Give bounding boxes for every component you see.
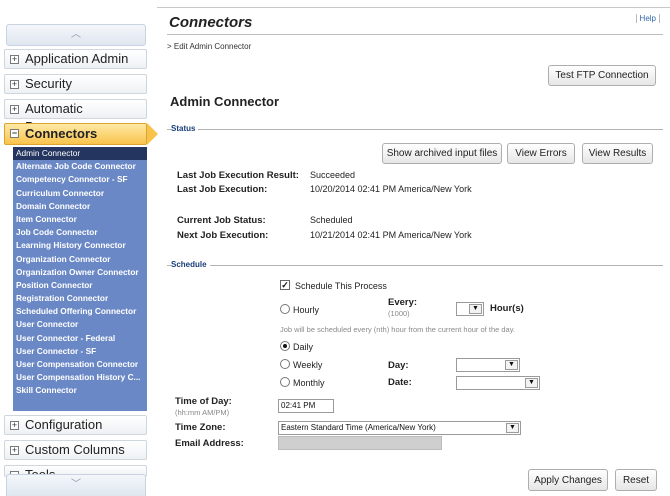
last-result-value: Succeeded <box>310 170 356 180</box>
expand-icon: + <box>10 445 19 455</box>
dropdown-arrow-icon: ▼ <box>506 423 519 433</box>
dropdown-arrow-icon: ▼ <box>505 360 518 370</box>
submenu-item[interactable]: User Compensation History C... <box>13 371 147 384</box>
monthly-radio[interactable] <box>280 377 290 387</box>
schedule-process-checkbox[interactable]: ✓ <box>280 280 290 290</box>
sidebar-item-label: Application Admin <box>25 51 129 66</box>
sidebar: ︿ + Application Admin + Security + Autom… <box>0 0 158 496</box>
sidebar-item-label: Custom Columns <box>25 442 125 457</box>
status-section-label: Status <box>171 124 199 133</box>
time-zone-value: Eastern Standard Time (America/New York) <box>281 423 436 432</box>
date-select[interactable]: ▼ <box>456 376 540 390</box>
schedule-process-label: Schedule This Process <box>295 281 387 291</box>
expand-icon: + <box>10 420 19 430</box>
submenu-item[interactable]: User Connector - Federal <box>13 332 147 345</box>
daily-label: Daily <box>293 342 314 352</box>
submenu-item[interactable]: Competency Connector - SF <box>13 173 147 186</box>
breadcrumb: > Edit Admin Connector <box>167 42 252 51</box>
submenu-item[interactable]: Admin Connector <box>13 147 147 161</box>
sidebar-scroll-up-button[interactable]: ︿ <box>6 24 146 46</box>
day-select[interactable]: ▼ <box>456 358 520 372</box>
time-zone-select[interactable]: Eastern Standard Time (America/New York)… <box>278 421 521 435</box>
connector-title: Admin Connector <box>170 94 280 109</box>
chevron-up-icon: ︿ <box>71 29 81 40</box>
submenu-item[interactable]: Domain Connector <box>13 200 147 213</box>
sidebar-item-connectors[interactable]: − Connectors <box>4 123 158 145</box>
status-divider <box>167 129 663 130</box>
submenu-item[interactable]: User Compensation Connector <box>13 358 147 371</box>
submenu-item[interactable]: Position Connector <box>13 279 147 292</box>
day-label: Day: <box>388 360 409 371</box>
hourly-hint: Job will be scheduled every (nth) hour f… <box>280 325 515 334</box>
weekly-label: Weekly <box>293 360 323 370</box>
schedule-section-label: Schedule <box>171 260 210 269</box>
last-result-label: Last Job Execution Result: <box>177 170 299 181</box>
time-of-day-input[interactable]: 02:41 PM <box>278 399 334 413</box>
time-of-day-label: Time of Day: <box>175 396 232 407</box>
submenu-item[interactable]: Skill Connector <box>13 384 147 397</box>
last-execution-value: 10/20/2014 02:41 PM America/New York <box>310 184 472 194</box>
last-execution-label: Last Job Execution: <box>177 184 268 195</box>
sidebar-item-label: Connectors <box>25 126 98 141</box>
sidebar-item-automatic-processes[interactable]: + Automatic Processes <box>4 99 147 134</box>
current-status-value: Scheduled <box>310 215 353 225</box>
every-hours-select[interactable]: ▼ <box>456 302 484 316</box>
time-format-hint: (hh:mm AM/PM) <box>175 408 230 417</box>
submenu-item[interactable]: User Connector - SF <box>13 345 147 358</box>
every-label: Every: <box>388 297 418 308</box>
expand-icon: + <box>10 54 19 64</box>
date-label: Date: <box>388 377 412 388</box>
hours-label: Hour(s) <box>490 303 524 314</box>
test-ftp-connection-button[interactable]: Test FTP Connection <box>548 65 656 86</box>
submenu-item[interactable]: Alternate Job Code Connector <box>13 160 147 173</box>
current-status-label: Current Job Status: <box>177 215 266 226</box>
submenu-item[interactable]: Scheduled Offering Connector <box>13 305 147 318</box>
sidebar-scroll-down-button[interactable]: ﹀ <box>6 474 146 496</box>
sidebar-item-security[interactable]: + Security <box>4 74 147 94</box>
dropdown-arrow-icon: ▼ <box>525 378 538 388</box>
sidebar-item-application-admin[interactable]: + Application Admin <box>4 49 147 69</box>
expand-icon: + <box>10 104 19 114</box>
chevron-down-icon: ﹀ <box>71 479 81 490</box>
reset-button[interactable]: Reset <box>615 469 657 491</box>
expand-icon: + <box>10 79 19 89</box>
view-errors-button[interactable]: View Errors <box>507 143 575 164</box>
time-zone-label: Time Zone: <box>175 422 226 433</box>
submenu-item[interactable]: Item Connector <box>13 213 147 226</box>
submenu-item[interactable]: Registration Connector <box>13 292 147 305</box>
email-address-label: Email Address: <box>175 438 244 449</box>
submenu-item[interactable]: User Connector <box>13 318 147 331</box>
dropdown-arrow-icon: ▼ <box>469 304 482 314</box>
submenu-item[interactable]: Learning History Connector <box>13 239 147 252</box>
title-divider <box>167 34 663 35</box>
submenu-item[interactable]: Organization Owner Connector <box>13 266 147 279</box>
apply-changes-button[interactable]: Apply Changes <box>528 469 608 491</box>
connectors-submenu: Admin Connector Alternate Job Code Conne… <box>13 147 147 411</box>
show-archived-files-button[interactable]: Show archived input files <box>382 143 502 164</box>
weekly-radio[interactable] <box>280 359 290 369</box>
sidebar-item-label: Configuration <box>25 417 103 432</box>
collapse-icon: − <box>10 128 19 138</box>
main-content: Connectors Help > Edit Admin Connector T… <box>157 8 670 496</box>
hourly-radio[interactable] <box>280 304 290 314</box>
submenu-item[interactable]: Curriculum Connector <box>13 187 147 200</box>
next-execution-label: Next Job Execution: <box>177 230 269 241</box>
monthly-label: Monthly <box>293 378 325 388</box>
page-title: Connectors <box>169 14 253 31</box>
sidebar-item-custom-columns[interactable]: + Custom Columns <box>4 440 147 460</box>
sidebar-item-configuration[interactable]: + Configuration <box>4 415 147 435</box>
schedule-divider <box>167 265 663 266</box>
email-address-input[interactable] <box>278 436 442 450</box>
hourly-label: Hourly <box>293 305 320 315</box>
sidebar-item-label: Security <box>25 76 72 91</box>
daily-radio[interactable] <box>280 341 290 351</box>
help-link[interactable]: Help <box>635 14 660 23</box>
view-results-button[interactable]: View Results <box>582 143 653 164</box>
every-hint: (1000) <box>388 309 410 318</box>
next-execution-value: 10/21/2014 02:41 PM America/New York <box>310 230 472 240</box>
submenu-item[interactable]: Job Code Connector <box>13 226 147 239</box>
submenu-item[interactable]: Organization Connector <box>13 253 147 266</box>
